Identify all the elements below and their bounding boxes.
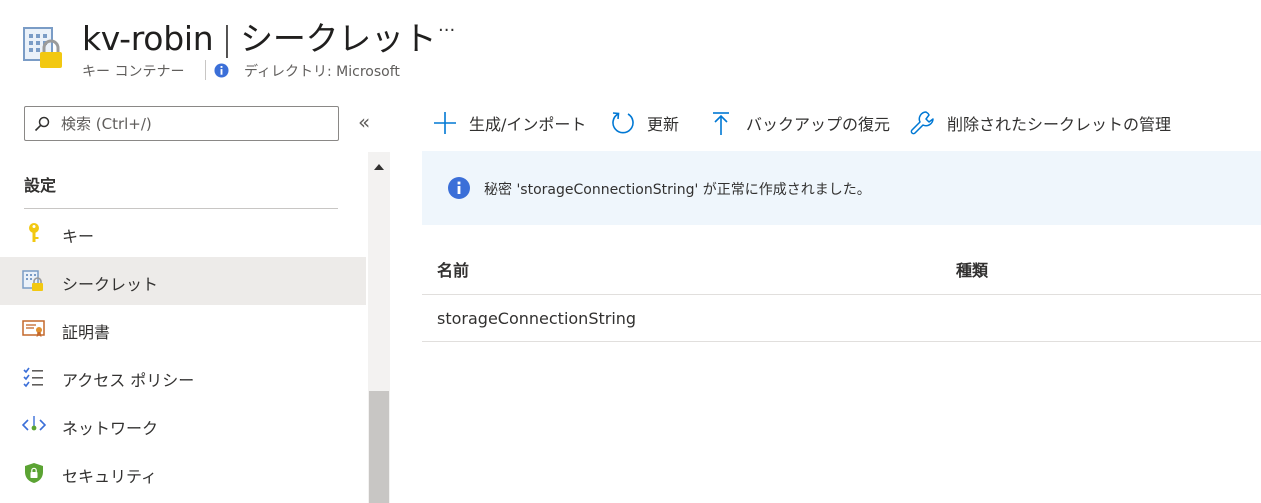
sidebar-item-label: ネットワーク: [62, 419, 159, 438]
access-policy-icon: [22, 366, 46, 388]
page-title: kv-robin | シークレット: [82, 12, 437, 60]
scroll-up-arrow-icon[interactable]: [373, 158, 385, 170]
success-notification-banner: 秘密 'storageConnectionString' が正常に作成されました…: [422, 151, 1261, 225]
sidebar-item-certificates[interactable]: 証明書: [0, 305, 366, 353]
generate-import-label: 生成/インポート: [469, 115, 587, 134]
sidebar-item-label: キー: [62, 227, 95, 246]
header-divider: [205, 60, 206, 80]
key-vault-icon: [22, 26, 66, 70]
secret-icon: [22, 270, 46, 292]
sidebar-item-networking[interactable]: ネットワーク: [0, 401, 366, 449]
security-shield-icon: [22, 462, 46, 484]
plus-icon: [432, 110, 458, 136]
collapse-sidebar-button[interactable]: «: [358, 110, 370, 134]
secret-name-link[interactable]: storageConnectionString: [437, 309, 636, 328]
restore-backup-button[interactable]: バックアップの復元: [709, 108, 894, 138]
info-icon: [448, 177, 470, 199]
search-input[interactable]: [61, 112, 331, 136]
key-icon: [22, 222, 46, 244]
resource-type: キー コンテナー: [82, 64, 185, 80]
resource-name: kv-robin: [82, 19, 214, 58]
sidebar-item-label: アクセス ポリシー: [62, 371, 195, 390]
network-icon: [21, 414, 47, 436]
manage-deleted-secrets-button[interactable]: 削除されたシークレットの管理: [910, 108, 1180, 138]
sidebar-item-label: シークレット: [62, 275, 159, 294]
directory-label: ディレクトリ: Microsoft: [244, 64, 400, 80]
sidebar-item-security[interactable]: セキュリティ: [0, 449, 366, 497]
more-options-button[interactable]: ···: [438, 20, 455, 41]
page-name: シークレット: [240, 19, 437, 58]
sidebar-item-keys[interactable]: キー: [0, 209, 366, 257]
scrollbar-thumb[interactable]: [369, 391, 389, 503]
refresh-label: 更新: [647, 115, 680, 134]
column-header-name[interactable]: 名前: [437, 257, 469, 281]
info-icon: [214, 63, 229, 78]
sidebar-item-access-policies[interactable]: アクセス ポリシー: [0, 353, 366, 401]
column-header-type[interactable]: 種類: [956, 257, 988, 281]
sidebar-item-label: 証明書: [62, 323, 111, 342]
sidebar-section-title: 設定: [24, 176, 57, 195]
upload-arrow-icon: [709, 110, 735, 136]
refresh-button[interactable]: 更新: [610, 108, 695, 138]
refresh-icon: [610, 110, 636, 136]
table-row[interactable]: storageConnectionString: [422, 295, 1261, 342]
sidebar-item-label: セキュリティ: [62, 467, 158, 486]
sidebar-item-secrets[interactable]: シークレット: [0, 257, 366, 305]
manage-deleted-label: 削除されたシークレットの管理: [947, 115, 1172, 134]
title-separator: |: [221, 19, 233, 58]
wrench-icon: [910, 110, 936, 136]
search-box[interactable]: [24, 106, 339, 141]
banner-message: 秘密 'storageConnectionString' が正常に作成されました…: [484, 182, 871, 198]
generate-import-button[interactable]: 生成/インポート: [432, 108, 592, 138]
restore-backup-label: バックアップの復元: [746, 115, 891, 134]
search-icon: [34, 116, 50, 132]
certificate-icon: [22, 318, 46, 340]
